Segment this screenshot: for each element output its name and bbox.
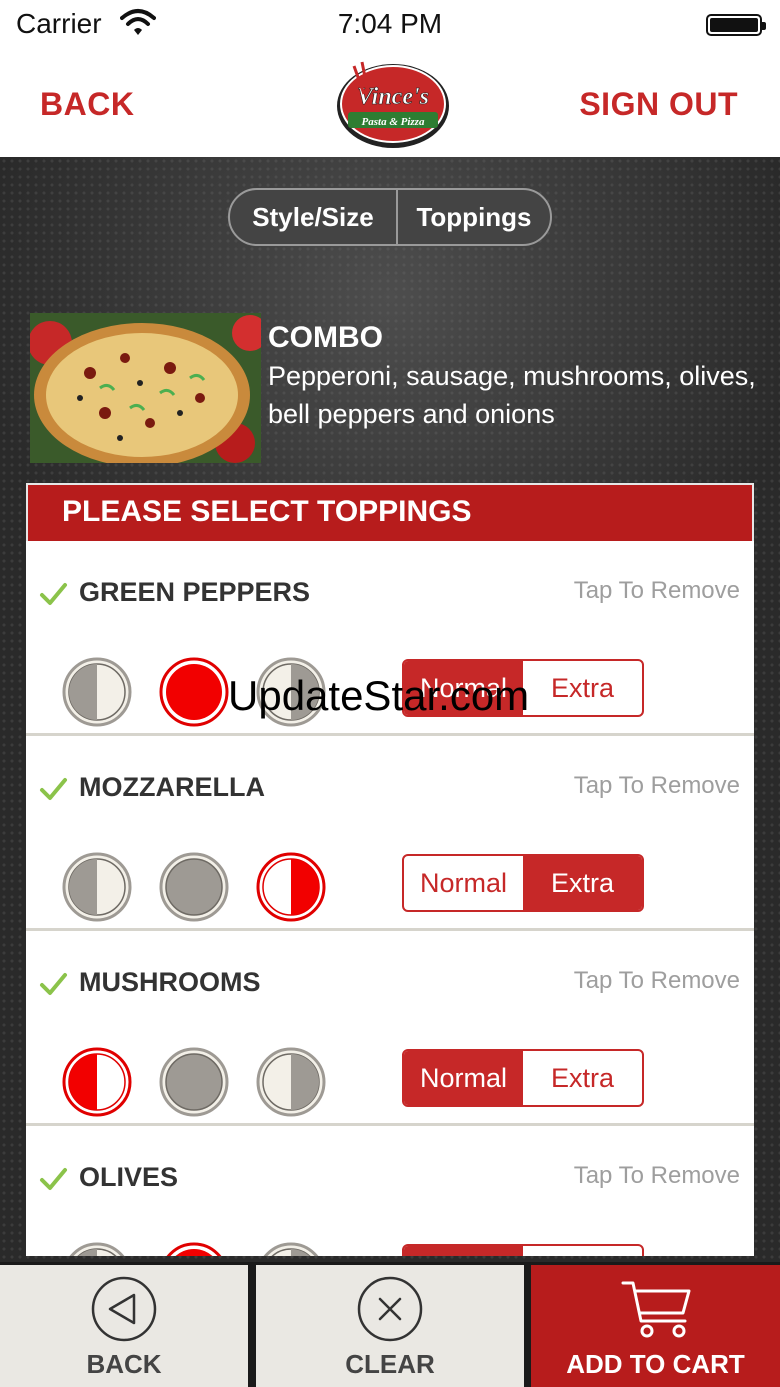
check-icon [40,973,67,995]
bottom-action-bar: BACK CLEAR ADD TO CART [0,1262,780,1387]
status-bar: Carrier 7:04 PM [0,0,780,50]
amount-extra-button[interactable]: Extra [523,661,642,715]
amount-toggle: Normal Extra [402,1049,644,1107]
product-image [30,313,261,463]
status-time: 7:04 PM [337,8,443,39]
clear-button[interactable]: CLEAR [256,1265,524,1387]
tap-to-remove-button[interactable]: Tap To Remove [574,1162,740,1190]
portion-whole-button[interactable] [159,657,229,727]
topping-name: OLIVES [79,1162,179,1192]
add-to-cart-label: ADD TO CART [566,1349,745,1379]
vinces-logo: Vince's Pasta & Pizza [337,61,449,148]
portion-right-half-button[interactable] [256,1242,326,1256]
sign-out-button[interactable]: SIGN OUT [579,86,738,123]
tap-to-remove-button[interactable]: Tap To Remove [574,577,740,605]
amount-extra-button[interactable]: Extra [523,1051,642,1105]
amount-toggle: Normal Extra [402,1244,644,1256]
check-icon [40,778,67,800]
portion-right-half-button[interactable] [256,852,326,922]
amount-extra-button[interactable]: Extra [523,856,642,910]
tab-toppings[interactable]: Toppings [398,190,550,244]
close-x-icon [357,1276,423,1342]
nav-back-button[interactable]: BACK [40,86,134,123]
tap-to-remove-button[interactable]: Tap To Remove [574,772,740,800]
clear-label: CLEAR [345,1349,435,1379]
amount-normal-button[interactable]: Normal [404,1246,523,1256]
portion-left-half-button[interactable] [62,657,132,727]
back-triangle-icon [91,1276,157,1342]
bottom-back-button[interactable]: BACK [0,1265,248,1387]
portion-left-half-button[interactable] [62,1047,132,1117]
amount-normal-button[interactable]: Normal [404,1051,523,1105]
toppings-list: GREEN PEPPERS Tap To Remove Normal Extra… [26,541,754,1256]
watermark: UpdateStar.com [228,672,530,719]
check-icon [40,583,67,605]
amount-toggle: Normal Extra [402,854,644,912]
tab-style-size[interactable]: Style/Size [230,190,398,244]
toppings-panel-header: PLEASE SELECT TOPPINGS [26,483,754,541]
product-description: Pepperoni, sausage, mushrooms, olives, b… [268,361,756,429]
topping-row: MOZZARELLA Tap To Remove Normal Extra [26,736,754,928]
segmented-control: Style/Size Toppings [228,188,552,246]
portion-whole-button[interactable] [159,852,229,922]
battery-icon [706,14,766,36]
portion-left-half-button[interactable] [62,1242,132,1256]
logo-subtitle: Pasta & Pizza [362,116,425,128]
topping-name: MOZZARELLA [79,772,265,802]
amount-normal-button[interactable]: Normal [404,856,523,910]
portion-left-half-button[interactable] [62,852,132,922]
portion-whole-button[interactable] [159,1242,229,1256]
bottom-back-label: BACK [86,1349,162,1379]
check-icon [40,1168,67,1190]
add-to-cart-button[interactable]: ADD TO CART [531,1265,780,1387]
amount-extra-button[interactable]: Extra [523,1246,642,1256]
topping-row: MUSHROOMS Tap To Remove Normal Extra [26,931,754,1123]
topping-row: OLIVES Tap To Remove Normal Extra [26,1126,754,1256]
topping-name: GREEN PEPPERS [79,577,311,607]
nav-bar: BACK Vince's Pasta & Pizza SIGN OUT [0,50,780,158]
shopping-cart-icon [621,1281,691,1338]
topping-name: MUSHROOMS [79,967,261,997]
product-name: COMBO [268,321,383,354]
portion-whole-button[interactable] [159,1047,229,1117]
portion-right-half-button[interactable] [256,1047,326,1117]
tap-to-remove-button[interactable]: Tap To Remove [574,967,740,995]
toppings-panel-title: PLEASE SELECT TOPPINGS [62,495,472,528]
